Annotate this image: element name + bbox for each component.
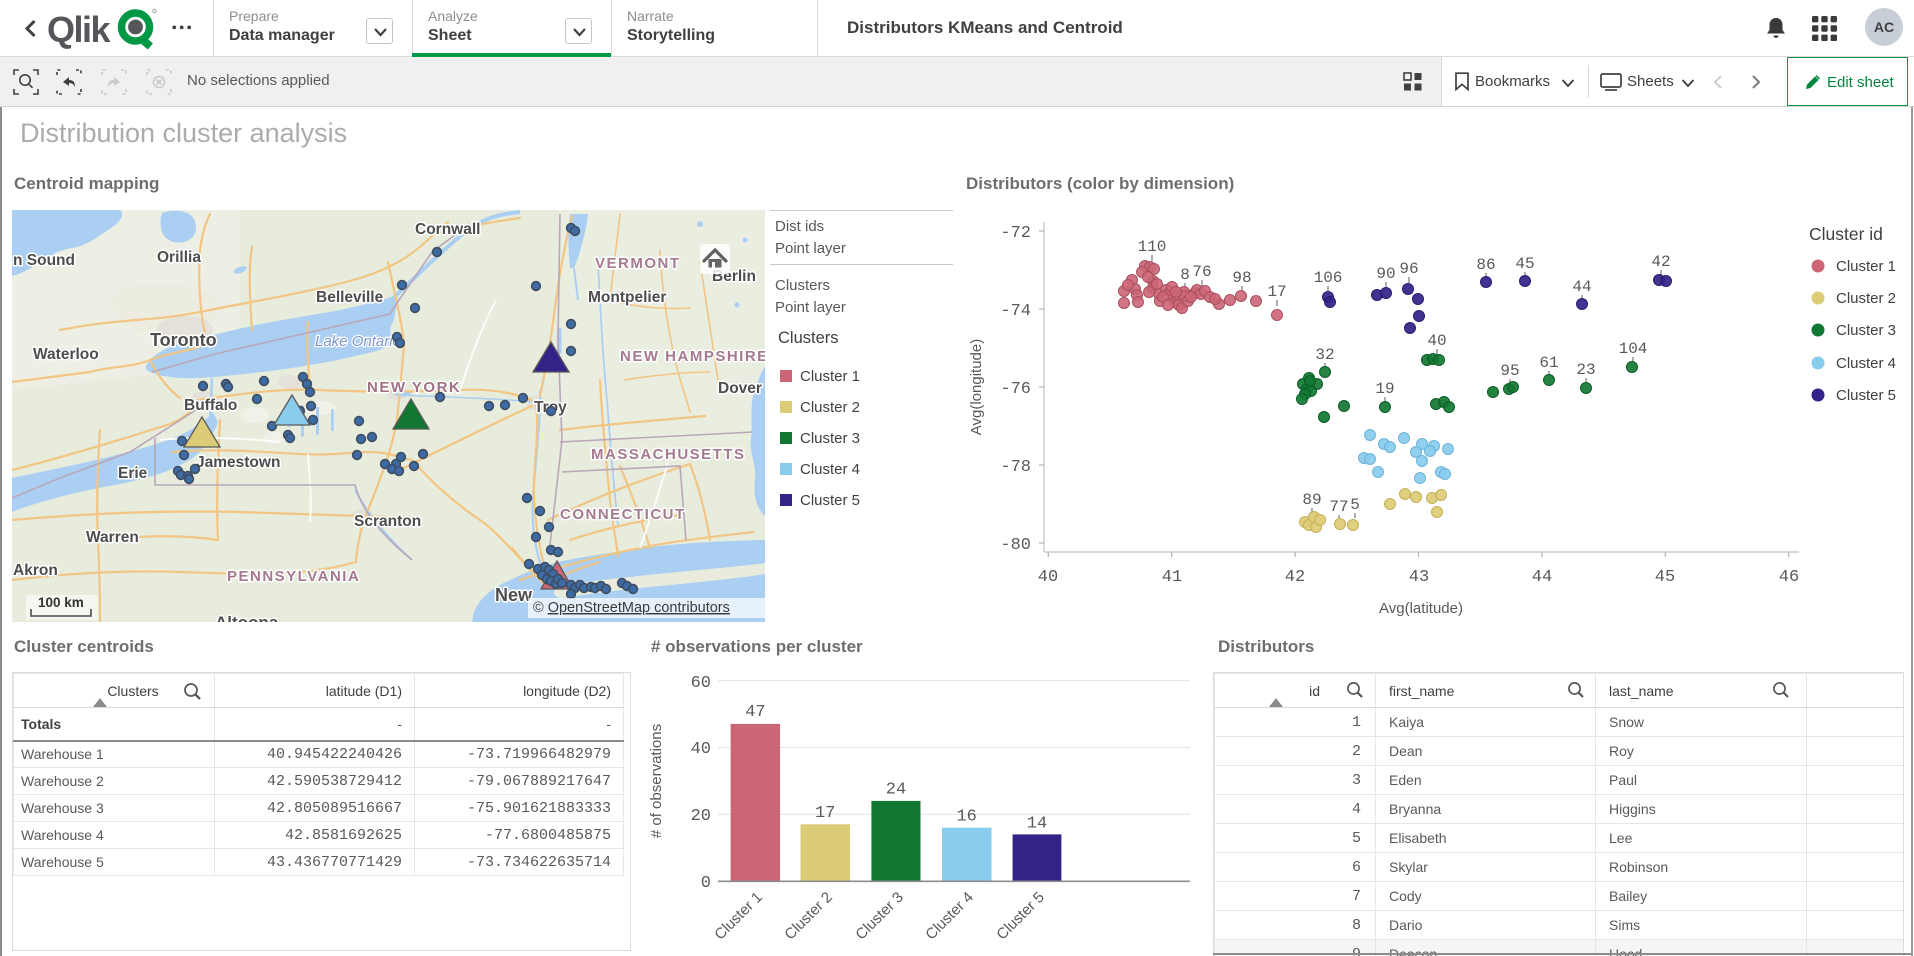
svg-text:Buffalo: Buffalo	[184, 397, 237, 414]
svg-text:96: 96	[1399, 260, 1418, 278]
svg-text:Cluster 5: Cluster 5	[993, 889, 1047, 943]
svg-text:42: 42	[1285, 568, 1305, 587]
svg-text:-76: -76	[1000, 380, 1031, 399]
svg-text:76: 76	[1192, 263, 1211, 281]
svg-text:106: 106	[1314, 269, 1343, 287]
svg-text:NEW YORK: NEW YORK	[367, 379, 461, 396]
svg-text:Altoona: Altoona	[215, 613, 279, 622]
svg-text:n Sound: n Sound	[13, 252, 75, 269]
svg-text:100 km: 100 km	[38, 595, 84, 610]
svg-text:0: 0	[701, 874, 711, 893]
svg-text:CONNECTICUT: CONNECTICUT	[560, 506, 686, 523]
svg-text:20: 20	[691, 807, 711, 826]
svg-text:Cluster 2: Cluster 2	[1836, 290, 1896, 307]
svg-text:47: 47	[745, 703, 765, 722]
svg-text:98: 98	[1232, 269, 1251, 287]
svg-text:NEW HAMPSHIRE: NEW HAMPSHIRE	[620, 348, 765, 365]
svg-text:40: 40	[691, 740, 711, 759]
svg-text:44: 44	[1532, 568, 1552, 587]
svg-text:MASSACHUSETTS: MASSACHUSETTS	[591, 446, 746, 463]
svg-text:23: 23	[1576, 361, 1595, 379]
svg-text:16: 16	[956, 808, 976, 827]
svg-text:45: 45	[1515, 255, 1534, 273]
svg-text:46: 46	[1779, 568, 1799, 587]
svg-text:41: 41	[1162, 568, 1182, 587]
svg-text:Erie: Erie	[118, 465, 148, 482]
svg-text:45: 45	[1655, 568, 1675, 587]
svg-text:43: 43	[1409, 568, 1429, 587]
svg-text:Cluster 1: Cluster 1	[711, 889, 765, 943]
svg-text:104: 104	[1619, 340, 1648, 358]
svg-text:60: 60	[691, 674, 711, 693]
svg-text:89: 89	[1302, 491, 1321, 509]
svg-text:17: 17	[815, 804, 835, 823]
svg-text:New: New	[495, 585, 533, 605]
svg-text:Lake Ontario: Lake Ontario	[315, 333, 401, 350]
svg-text:Cluster id: Cluster id	[1809, 224, 1883, 244]
svg-text:-72: -72	[1000, 224, 1031, 243]
svg-text:110: 110	[1138, 238, 1167, 256]
svg-text:Jamestown: Jamestown	[196, 454, 280, 471]
svg-text:24: 24	[886, 781, 906, 800]
svg-text:Dover: Dover	[718, 380, 762, 397]
svg-text:Scranton: Scranton	[354, 513, 421, 530]
svg-text:44: 44	[1572, 278, 1591, 296]
svg-text:5: 5	[1350, 496, 1360, 514]
svg-text:© OpenStreetMap contributors: © OpenStreetMap contributors	[533, 600, 730, 616]
svg-text:Cluster 3: Cluster 3	[852, 889, 906, 943]
svg-text:Belleville: Belleville	[316, 289, 384, 306]
svg-text:8: 8	[1180, 266, 1190, 284]
svg-text:Waterloo: Waterloo	[33, 346, 99, 363]
svg-text:Avg(latitude): Avg(latitude)	[1379, 600, 1463, 617]
svg-text:17: 17	[1267, 283, 1286, 301]
svg-text:VERMONT: VERMONT	[595, 255, 681, 272]
svg-text:Cornwall: Cornwall	[415, 221, 480, 238]
svg-text:40: 40	[1038, 568, 1058, 587]
svg-text:Cluster 2: Cluster 2	[781, 889, 835, 943]
svg-text:Cluster 1: Cluster 1	[1836, 258, 1896, 275]
svg-text:Toronto: Toronto	[150, 330, 217, 350]
svg-text:42: 42	[1651, 253, 1670, 271]
svg-text:Cluster 4: Cluster 4	[1836, 355, 1896, 372]
svg-text:Orillia: Orillia	[157, 249, 201, 266]
svg-text:77: 77	[1329, 498, 1348, 516]
svg-text:Cluster 5: Cluster 5	[1836, 387, 1896, 404]
svg-text:Cluster 4: Cluster 4	[922, 889, 976, 943]
svg-text:Montpelier: Montpelier	[588, 289, 666, 306]
svg-text:PENNSYLVANIA: PENNSYLVANIA	[227, 568, 360, 585]
svg-text:-74: -74	[1000, 302, 1031, 321]
svg-text:61: 61	[1539, 354, 1558, 372]
svg-text:-80: -80	[1000, 536, 1031, 555]
svg-text:# of observations: # of observations	[648, 724, 665, 838]
svg-text:40: 40	[1427, 332, 1446, 350]
svg-text:Akron: Akron	[13, 562, 58, 579]
svg-text:19: 19	[1375, 380, 1394, 398]
svg-text:-78: -78	[1000, 458, 1031, 477]
svg-text:32: 32	[1315, 346, 1334, 364]
svg-text:14: 14	[1027, 815, 1047, 834]
svg-text:95: 95	[1500, 362, 1519, 380]
svg-text:Warren: Warren	[86, 529, 139, 546]
svg-text:86: 86	[1476, 256, 1495, 274]
svg-text:Avg(longitude): Avg(longitude)	[968, 339, 985, 435]
svg-text:Cluster 3: Cluster 3	[1836, 322, 1896, 339]
svg-text:90: 90	[1376, 265, 1395, 283]
